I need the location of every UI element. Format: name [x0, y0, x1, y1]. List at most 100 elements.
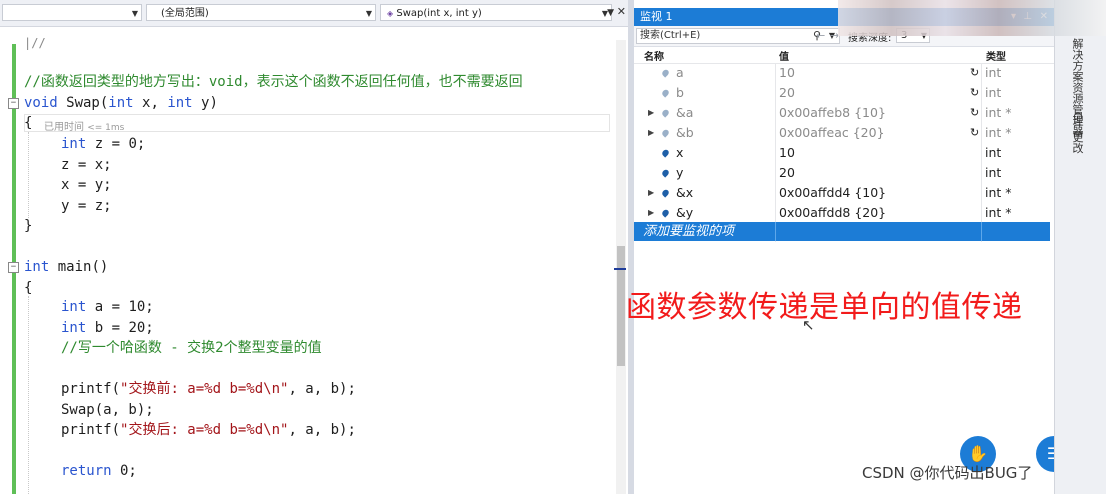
function-scope-value: Swap(int x, int y): [396, 8, 482, 19]
string-literal: "交换前: a=%d b=%d\n": [120, 381, 289, 397]
elapsed-time-value: <= 1ms: [87, 123, 125, 133]
column-divider: [775, 222, 776, 241]
keyword: int: [61, 320, 87, 336]
keyword: return: [61, 463, 112, 479]
code-line: x = y;: [61, 177, 112, 193]
tab-git-changes[interactable]: Git 更改: [1069, 112, 1085, 153]
fold-toggle-icon[interactable]: −: [8, 98, 19, 109]
expand-arrow-icon[interactable]: ▶: [648, 103, 654, 123]
code-token: b = 20;: [86, 320, 154, 336]
expand-arrow-icon[interactable]: ▶: [648, 203, 654, 223]
variable-icon: [660, 88, 671, 98]
variable-icon: [660, 148, 671, 158]
variable-icon: [660, 128, 671, 138]
watch-name: y: [676, 165, 684, 180]
code-line: int a = 10;: [61, 298, 154, 316]
search-placeholder: 搜索(Ctrl+E): [640, 30, 701, 41]
code-token: a = 10;: [86, 299, 154, 315]
indent-guide: [28, 296, 29, 494]
keyword: void: [24, 95, 58, 111]
watch-row[interactable]: ▶ &b 0x00affeac {20} ↻ int *: [634, 123, 1054, 143]
watch-name: a: [676, 65, 684, 80]
variable-icon: [660, 188, 671, 198]
watch-row[interactable]: b 20 ↻ int: [634, 83, 1054, 103]
watch-value[interactable]: 20: [779, 83, 795, 103]
fold-toggle-icon[interactable]: −: [8, 262, 19, 273]
code-line: Swap(a, b);: [61, 402, 154, 418]
expand-arrow-icon[interactable]: ▶: [648, 183, 654, 203]
expand-arrow-icon[interactable]: ▶: [648, 123, 654, 143]
code-line: return 0;: [61, 462, 137, 480]
indent-guide: [28, 132, 29, 218]
watch-row[interactable]: ▶ &x 0x00affdd4 {10} int *: [634, 183, 1054, 203]
keyword: int: [61, 136, 87, 152]
blurred-region: [838, 0, 1106, 36]
watch-title: 监视 1: [640, 10, 673, 23]
watch-row[interactable]: x 10 int: [634, 143, 1054, 163]
refresh-icon[interactable]: ↻: [970, 103, 979, 123]
code-line: int z = 0;: [61, 135, 145, 153]
code-comment: //写一个哈函数 - 交换2个整型变量的值: [61, 340, 322, 356]
column-header-value[interactable]: 值: [779, 48, 789, 63]
variable-icon: [660, 108, 671, 118]
add-watch-item-row[interactable]: 添加要监视的项: [634, 222, 1050, 241]
refresh-icon[interactable]: ↻: [970, 123, 979, 143]
code-token: printf(: [61, 381, 121, 397]
elapsed-time-hint: 已用时间 <= 1ms: [44, 118, 124, 133]
code-token: , a, b);: [288, 422, 356, 438]
watch-search-input[interactable]: 搜索(Ctrl+E) ⚲ ▼: [636, 28, 840, 44]
editor-navigation-bar: ▼ (全局范围) ▼ ◈ Swap(int x, int y) ▼ ▼ ✕: [0, 0, 628, 27]
scrollbar-thumb[interactable]: [617, 246, 625, 366]
watch-name: x: [676, 145, 684, 160]
watch-type: int *: [985, 125, 1012, 140]
watch-name: &y: [676, 205, 694, 220]
column-header-name[interactable]: 名称: [644, 48, 664, 63]
watch-row[interactable]: a 10 ↻ int: [634, 63, 1054, 83]
refresh-icon[interactable]: ↻: [970, 83, 979, 103]
watch-value[interactable]: 20: [779, 163, 795, 183]
code-token: 0;: [111, 463, 137, 479]
code-line: printf("交换后: a=%d b=%d\n", a, b);: [61, 421, 356, 439]
watch-value[interactable]: 0x00affdd8 {20}: [779, 203, 886, 223]
keyword: int: [108, 95, 134, 111]
watch-row[interactable]: ▶ &a 0x00affeb8 {10} ↻ int *: [634, 103, 1054, 123]
watch-window: 监视 1 ▾ ⊥ ✕ 搜索(Ctrl+E) ⚲ ▼ ← → 搜索深度: 3 ▼ …: [626, 0, 1072, 494]
column-divider: [981, 222, 982, 241]
mouse-cursor-icon: ↖: [802, 316, 815, 334]
code-line: y = z;: [61, 198, 112, 214]
global-scope-value: (全局范围): [161, 8, 209, 19]
project-scope-dropdown[interactable]: ▼: [2, 4, 142, 21]
watch-type: int *: [985, 205, 1012, 220]
code-line: z = x;: [61, 157, 112, 173]
watch-value[interactable]: 10: [779, 63, 795, 83]
watch-value[interactable]: 0x00affdd4 {10}: [779, 183, 886, 203]
code-editor[interactable]: ▼ (全局范围) ▼ ◈ Swap(int x, int y) ▼ ▼ ✕ |/…: [0, 0, 628, 494]
keyword: int: [24, 259, 50, 275]
watch-row[interactable]: ▶ &y 0x00affdd8 {20} int *: [634, 203, 1054, 223]
code-token: , a, b);: [288, 381, 356, 397]
watch-type: int *: [985, 105, 1012, 120]
chevron-down-icon: ▼: [131, 9, 138, 18]
watch-value[interactable]: 10: [779, 143, 795, 163]
watch-type: int: [985, 165, 1002, 180]
close-brace: }: [24, 218, 33, 234]
code-token: main(): [49, 259, 109, 275]
global-scope-dropdown[interactable]: (全局范围) ▼: [146, 4, 376, 21]
keyword: int: [61, 299, 87, 315]
keyword: int: [167, 95, 193, 111]
watch-value[interactable]: 0x00affeac {20}: [779, 123, 885, 143]
back-arrow-icon[interactable]: ←: [816, 29, 825, 42]
open-brace: {: [24, 280, 33, 296]
code-comment: //函数返回类型的地方写出：void，表示这个函数不返回任何值，也不需要返回: [24, 74, 523, 90]
column-header-type[interactable]: 类型: [986, 48, 1006, 63]
variable-icon: [660, 68, 671, 78]
close-icon[interactable]: ✕: [617, 5, 626, 18]
watch-row[interactable]: y 20 int: [634, 163, 1054, 183]
tab-overflow-icon[interactable]: ▼: [607, 8, 614, 18]
function-scope-dropdown[interactable]: ◈ Swap(int x, int y) ▼: [380, 4, 612, 21]
side-tool-tabs: 解决方案资源管理器 Git 更改: [1054, 0, 1106, 494]
variable-icon: [660, 208, 671, 218]
watch-column-header: 名称 值 类型: [634, 46, 1054, 64]
refresh-icon[interactable]: ↻: [970, 63, 979, 83]
watch-value[interactable]: 0x00affeb8 {10}: [779, 103, 886, 123]
